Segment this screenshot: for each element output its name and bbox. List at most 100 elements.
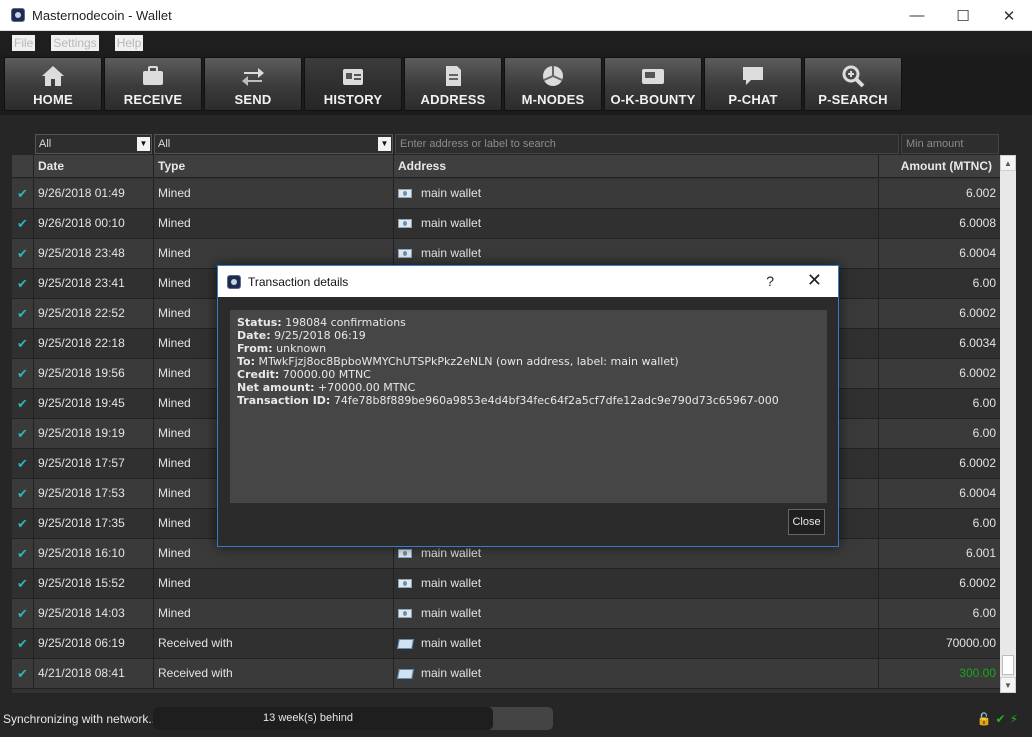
detail-label: Net amount: <box>237 381 315 394</box>
detail-line: Credit: 70000.00 MTNC <box>237 368 820 381</box>
tab-receive[interactable]: RECEIVE <box>104 57 202 111</box>
search-icon <box>838 63 868 89</box>
row-date: 9/25/2018 14:03 <box>34 599 154 628</box>
type-column-header[interactable]: Type <box>154 155 394 178</box>
detail-value: unknown <box>272 342 327 355</box>
menu-settings[interactable]: Settings <box>51 35 99 51</box>
row-address: main wallet <box>394 629 879 658</box>
confirmed-check-icon: ✔ <box>17 516 28 531</box>
status-column-header[interactable] <box>12 155 34 178</box>
detail-line: Status: 198084 confirmations <box>237 316 820 329</box>
confirmed-status-cell: ✔ <box>12 359 34 388</box>
sync-status-text: Synchronizing with network... <box>3 712 159 726</box>
send-icon <box>238 63 268 89</box>
tab-home[interactable]: HOME <box>4 57 102 111</box>
address-column-header[interactable]: Address <box>394 155 879 178</box>
confirmed-check-icon: ✔ <box>17 396 28 411</box>
row-date: 9/25/2018 22:18 <box>34 329 154 358</box>
tab-mnodes-label: M-NODES <box>521 92 585 107</box>
row-date: 9/25/2018 17:57 <box>34 449 154 478</box>
row-date: 9/25/2018 19:56 <box>34 359 154 388</box>
tab-bounty[interactable]: O-K-BOUNTY <box>604 57 702 111</box>
date-column-header[interactable]: Date <box>34 155 154 178</box>
row-date: 9/25/2018 17:53 <box>34 479 154 508</box>
date-filter-select[interactable]: All ▼ <box>35 134 152 154</box>
table-row[interactable]: ✔ 9/26/2018 00:10 Mined main wallet 6.0008 <box>12 209 1000 239</box>
table-row[interactable]: ✔ 9/25/2018 15:52 Mined main wallet 6.0002 <box>12 569 1000 599</box>
close-icon[interactable]: ✕ <box>807 270 822 291</box>
confirmed-check-icon: ✔ <box>17 456 28 471</box>
confirmed-status-cell: ✔ <box>12 329 34 358</box>
maximize-button[interactable]: ☐ <box>940 0 986 31</box>
min-amount-input[interactable]: Min amount <box>901 134 999 154</box>
minimize-button[interactable]: — <box>894 0 940 31</box>
chevron-down-icon[interactable]: ▼ <box>378 137 391 151</box>
row-date: 4/21/2018 08:41 <box>34 659 154 688</box>
menu-file[interactable]: File <box>12 35 36 51</box>
row-amount: 6.002 <box>965 186 996 200</box>
detail-line: To: MTwkFjzj8oc8BpboWMYChUTSPkPkz2eNLN (… <box>237 355 820 368</box>
row-address: main wallet <box>394 179 879 208</box>
tab-home-label: HOME <box>33 92 73 107</box>
tab-mnodes[interactable]: M-NODES <box>504 57 602 111</box>
address-icon <box>438 63 468 89</box>
receive-icon <box>397 638 414 649</box>
transaction-details-dialog: Transaction details ? ✕ Status: 198084 c… <box>217 265 839 547</box>
chevron-down-icon[interactable]: ▼ <box>137 137 150 151</box>
bounty-icon <box>638 63 668 89</box>
confirmed-status-cell: ✔ <box>12 569 34 598</box>
close-button[interactable]: Close <box>788 509 825 535</box>
lock-icon: 🔓 <box>976 712 992 726</box>
table-row[interactable]: ✔ 9/26/2018 01:49 Mined main wallet 6.002 <box>12 179 1000 209</box>
transaction-details-text: Status: 198084 confirmations Date: 9/25/2… <box>230 310 827 503</box>
table-row[interactable]: ✔ 9/25/2018 14:03 Mined main wallet 6.00 <box>12 599 1000 629</box>
filter-row: All ▼ All ▼ Enter address or label to se… <box>0 134 1032 154</box>
row-amount: 6.0002 <box>959 366 996 380</box>
tab-psearch[interactable]: P-SEARCH <box>804 57 902 111</box>
detail-label: Transaction ID: <box>237 394 331 407</box>
address-search-input[interactable]: Enter address or label to search <box>395 134 899 154</box>
row-date: 9/25/2018 15:52 <box>34 569 154 598</box>
table-row[interactable]: ✔ 4/21/2018 08:41 Received with main wallet… <box>12 659 1000 689</box>
row-address-label: main wallet <box>421 216 482 230</box>
help-icon[interactable]: ? <box>766 273 774 289</box>
mined-coin-icon <box>398 609 412 618</box>
dialog-title: Transaction details <box>248 274 349 289</box>
type-filter-select[interactable]: All ▼ <box>154 134 393 154</box>
row-address-label: main wallet <box>421 636 482 650</box>
row-address: main wallet <box>394 569 879 598</box>
tab-pchat[interactable]: P-CHAT <box>704 57 802 111</box>
title-bar: Masternodecoin - Wallet — ☐ ✕ <box>0 0 1032 31</box>
tab-address[interactable]: ADDRESS <box>404 57 502 111</box>
vertical-scrollbar[interactable]: ▲ ▼ <box>1000 155 1016 693</box>
row-amount: 6.0002 <box>959 306 996 320</box>
confirmed-check-icon: ✔ <box>17 216 28 231</box>
row-type: Mined <box>154 599 394 628</box>
sync-progress-bar: 13 week(s) behind <box>153 707 553 730</box>
detail-value: +70000.00 MTNC <box>314 381 416 394</box>
amount-column-header[interactable]: Amount (MTNC) <box>879 155 1000 178</box>
row-amount: 6.0002 <box>959 576 996 590</box>
scrollbar-thumb[interactable] <box>1002 655 1014 675</box>
tab-send-label: SEND <box>234 92 272 107</box>
close-window-button[interactable]: ✕ <box>986 0 1032 31</box>
tab-pchat-label: P-CHAT <box>728 92 778 107</box>
tab-history[interactable]: HISTORY <box>304 57 402 111</box>
scroll-up-arrow-icon[interactable]: ▲ <box>1000 155 1016 171</box>
row-type: Mined <box>154 209 394 238</box>
tab-psearch-label: P-SEARCH <box>818 92 888 107</box>
row-address: main wallet <box>394 599 879 628</box>
table-row[interactable]: ✔ 9/25/2018 06:19 Received with main wallet… <box>12 629 1000 659</box>
row-address-label: main wallet <box>421 666 482 680</box>
confirmed-status-cell: ✔ <box>12 539 34 568</box>
tab-send[interactable]: SEND <box>204 57 302 111</box>
row-date: 9/25/2018 16:10 <box>34 539 154 568</box>
row-address-label: main wallet <box>421 186 482 200</box>
scroll-down-arrow-icon[interactable]: ▼ <box>1000 677 1016 693</box>
row-address: main wallet <box>394 239 879 268</box>
tab-address-label: ADDRESS <box>420 92 486 107</box>
row-address-label: main wallet <box>421 246 482 260</box>
menu-help[interactable]: Help <box>114 35 144 51</box>
row-amount: 6.00 <box>972 426 996 440</box>
row-date: 9/25/2018 06:19 <box>34 629 154 658</box>
